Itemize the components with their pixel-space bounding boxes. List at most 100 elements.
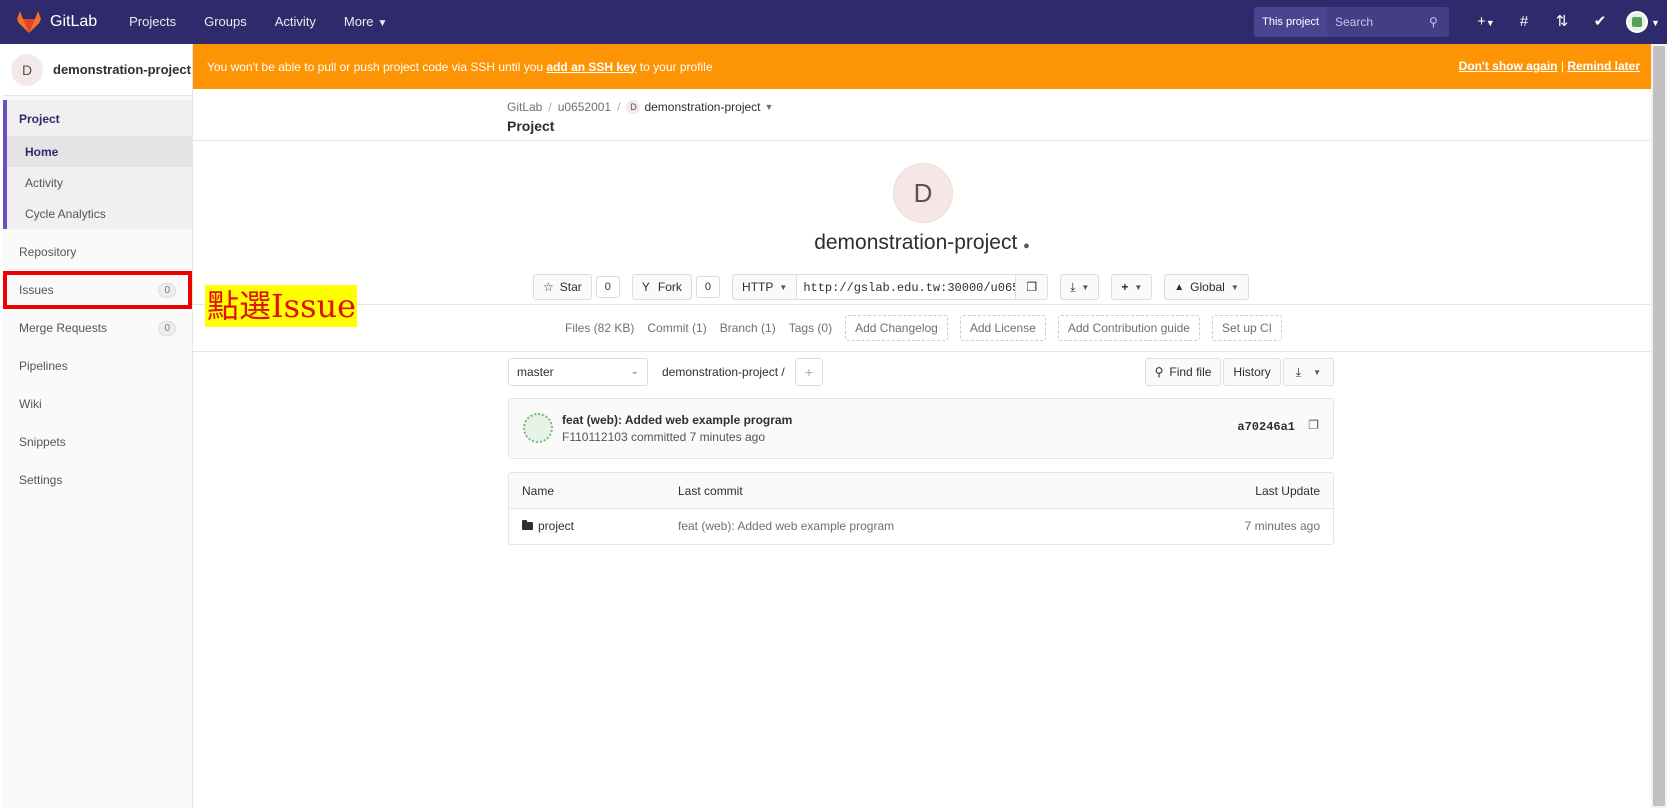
star-count[interactable]: 0 bbox=[595, 276, 620, 298]
search-scope-label[interactable]: This project bbox=[1254, 7, 1327, 37]
chevron-down-icon: ▼ bbox=[1134, 282, 1143, 292]
download-dropdown[interactable]: ⤓ ▼ bbox=[1060, 274, 1100, 300]
search-icon: ⚲ bbox=[1154, 365, 1164, 379]
tree-item-commit[interactable]: feat (web): Added web example program bbox=[678, 509, 894, 544]
stat-files[interactable]: Files (82 KB) bbox=[565, 321, 634, 335]
copy-url-button[interactable]: ❐ bbox=[1015, 274, 1049, 300]
fork-button[interactable]: Y Fork bbox=[631, 274, 692, 300]
chevron-down-icon: ▼ bbox=[377, 18, 388, 29]
nav-groups[interactable]: Groups bbox=[190, 0, 261, 44]
nav-more[interactable]: More ▼ bbox=[330, 0, 402, 44]
star-button[interactable]: ☆ Star bbox=[533, 274, 592, 300]
sidebar-item-snippets[interactable]: Snippets bbox=[3, 423, 192, 461]
notification-dropdown[interactable]: ▲ Global ▼ bbox=[1164, 274, 1249, 300]
sidebar-item-repository[interactable]: Repository bbox=[3, 233, 192, 271]
issues-hash-icon[interactable]: # bbox=[1505, 0, 1543, 44]
sidebar-item-settings[interactable]: Settings bbox=[3, 461, 192, 499]
repo-download-dropdown[interactable]: ⤓ ▼ bbox=[1282, 358, 1334, 386]
sidebar-item-label: Snippets bbox=[19, 435, 66, 449]
merge-request-icon[interactable]: ⇅ bbox=[1543, 0, 1581, 44]
remind-later-link[interactable]: Remind later bbox=[1567, 59, 1640, 73]
clone-url-input[interactable]: http://gslab.edu.tw:30000/u0652001/demon… bbox=[797, 274, 1016, 300]
commit-message[interactable]: feat (web): Added web example program bbox=[562, 413, 792, 427]
clone-protocol-dropdown[interactable]: HTTP ▼ bbox=[732, 274, 798, 300]
sidebar-item-project[interactable]: Project bbox=[7, 100, 192, 136]
ssh-key-warning-banner: You won't be able to pull or push projec… bbox=[193, 44, 1651, 89]
stat-tags[interactable]: Tags (0) bbox=[789, 321, 832, 335]
sidebar-item-pipelines[interactable]: Pipelines bbox=[3, 347, 192, 385]
table-row: project feat (web): Added web example pr… bbox=[509, 509, 1333, 544]
gitlab-home-link[interactable]: GitLab bbox=[16, 0, 97, 44]
new-item-plus-icon[interactable]: +▼ bbox=[1467, 0, 1505, 45]
folder-icon bbox=[522, 520, 533, 530]
header-last-update: Last Update bbox=[1255, 484, 1320, 498]
user-avatar bbox=[1626, 10, 1649, 33]
page-title: Project bbox=[507, 118, 555, 134]
nav-activity[interactable]: Activity bbox=[261, 0, 330, 44]
sidebar-project-header[interactable]: D demonstration-project bbox=[3, 44, 192, 96]
nav-projects[interactable]: Projects bbox=[115, 0, 190, 44]
branch-select[interactable]: master ⌄ bbox=[508, 358, 648, 386]
add-ssh-key-link[interactable]: add an SSH key bbox=[546, 60, 636, 74]
add-file-button[interactable]: + bbox=[795, 358, 823, 386]
chevron-down-icon: ▼ bbox=[1651, 17, 1660, 28]
copy-sha-clipboard-icon[interactable]: ❐ bbox=[1308, 418, 1319, 432]
sidebar-item-label: Settings bbox=[19, 473, 63, 487]
sidebar-section-project: Project Home Activity Cycle Analytics bbox=[3, 100, 192, 229]
tree-item-name[interactable]: project bbox=[522, 509, 574, 544]
project-avatar-small: D bbox=[11, 53, 43, 86]
history-button[interactable]: History bbox=[1223, 358, 1281, 386]
globe-icon: ● bbox=[1023, 240, 1030, 252]
table-header: Name Last commit Last Update bbox=[509, 473, 1333, 509]
breadcrumb: GitLab / u0652001 / D demonstration-proj… bbox=[507, 100, 1651, 114]
sidebar-item-label: Merge Requests bbox=[19, 321, 108, 335]
breadcrumb-project-avatar: D bbox=[626, 100, 641, 114]
chevron-down-icon: ▼ bbox=[779, 282, 788, 292]
clipboard-icon: ❐ bbox=[1026, 280, 1038, 294]
sidebar-subitem-activity[interactable]: Activity bbox=[7, 167, 192, 198]
download-icon: ⤓ bbox=[1070, 279, 1076, 294]
sidebar-item-wiki[interactable]: Wiki bbox=[3, 385, 192, 423]
sidebar-item-merge-requests[interactable]: Merge Requests 0 bbox=[3, 309, 192, 347]
project-stats-bar: Files (82 KB) Commit (1) Branch (1) Tags… bbox=[193, 304, 1651, 352]
download-icon: ⤓ bbox=[1295, 364, 1302, 379]
sidebar-item-issues[interactable]: Issues 0 bbox=[3, 271, 192, 309]
sidebar-subitem-home[interactable]: Home bbox=[7, 136, 192, 167]
gitlab-logo-icon bbox=[17, 11, 41, 33]
dont-show-again-link[interactable]: Don't show again bbox=[1459, 59, 1558, 73]
commit-sha[interactable]: a70246a1 bbox=[1237, 420, 1295, 434]
breadcrumb-bar: GitLab / u0652001 / D demonstration-proj… bbox=[193, 89, 1651, 141]
commit-author-line: F110112103 committed 7 minutes ago bbox=[562, 430, 766, 444]
setup-ci-button[interactable]: Set up CI bbox=[1211, 315, 1282, 341]
banner-text-before: You won't be able to pull or push projec… bbox=[207, 59, 544, 74]
todos-check-icon[interactable]: ✔ bbox=[1581, 0, 1619, 44]
add-changelog-button[interactable]: Add Changelog bbox=[845, 315, 948, 341]
tutorial-annotation: 點選Issue bbox=[205, 285, 357, 327]
add-license-button[interactable]: Add License bbox=[959, 315, 1046, 341]
issues-count-badge: 0 bbox=[158, 282, 176, 298]
breadcrumb-project[interactable]: demonstration-project bbox=[644, 100, 760, 114]
breadcrumb-user[interactable]: u0652001 bbox=[558, 100, 611, 114]
tree-item-label: project bbox=[538, 519, 575, 533]
user-menu[interactable]: ▼ bbox=[1619, 0, 1667, 45]
breadcrumb-gitlab[interactable]: GitLab bbox=[507, 100, 542, 114]
star-icon: ☆ bbox=[543, 280, 554, 294]
notification-level: Global bbox=[1190, 280, 1225, 294]
stat-commit[interactable]: Commit (1) bbox=[647, 321, 706, 335]
fork-label: Fork bbox=[657, 280, 682, 294]
breadcrumb-separator: / bbox=[617, 100, 621, 114]
add-new-dropdown[interactable]: + ▼ bbox=[1111, 274, 1153, 300]
find-file-button[interactable]: ⚲ Find file bbox=[1144, 358, 1222, 386]
chevron-down-icon: ▼ bbox=[1313, 367, 1321, 377]
fork-count[interactable]: 0 bbox=[695, 276, 721, 298]
sidebar-subitem-cycle-analytics[interactable]: Cycle Analytics bbox=[7, 198, 192, 229]
scrollbar-thumb[interactable] bbox=[1653, 46, 1665, 806]
sidebar-item-label: Repository bbox=[19, 245, 77, 259]
repo-path-name[interactable]: demonstration-project bbox=[662, 365, 778, 379]
gitlab-logo-text: GitLab bbox=[50, 13, 98, 30]
stat-branch[interactable]: Branch (1) bbox=[720, 321, 776, 335]
add-contribution-guide-button[interactable]: Add Contribution guide bbox=[1057, 315, 1200, 341]
project-actions: ☆ Star 0 Y Fork 0 HTTP ▼ http://gslab.edu.t… bbox=[533, 274, 1249, 300]
commit-author-avatar[interactable] bbox=[523, 413, 553, 443]
chevron-down-icon[interactable]: ▼ bbox=[765, 102, 774, 112]
